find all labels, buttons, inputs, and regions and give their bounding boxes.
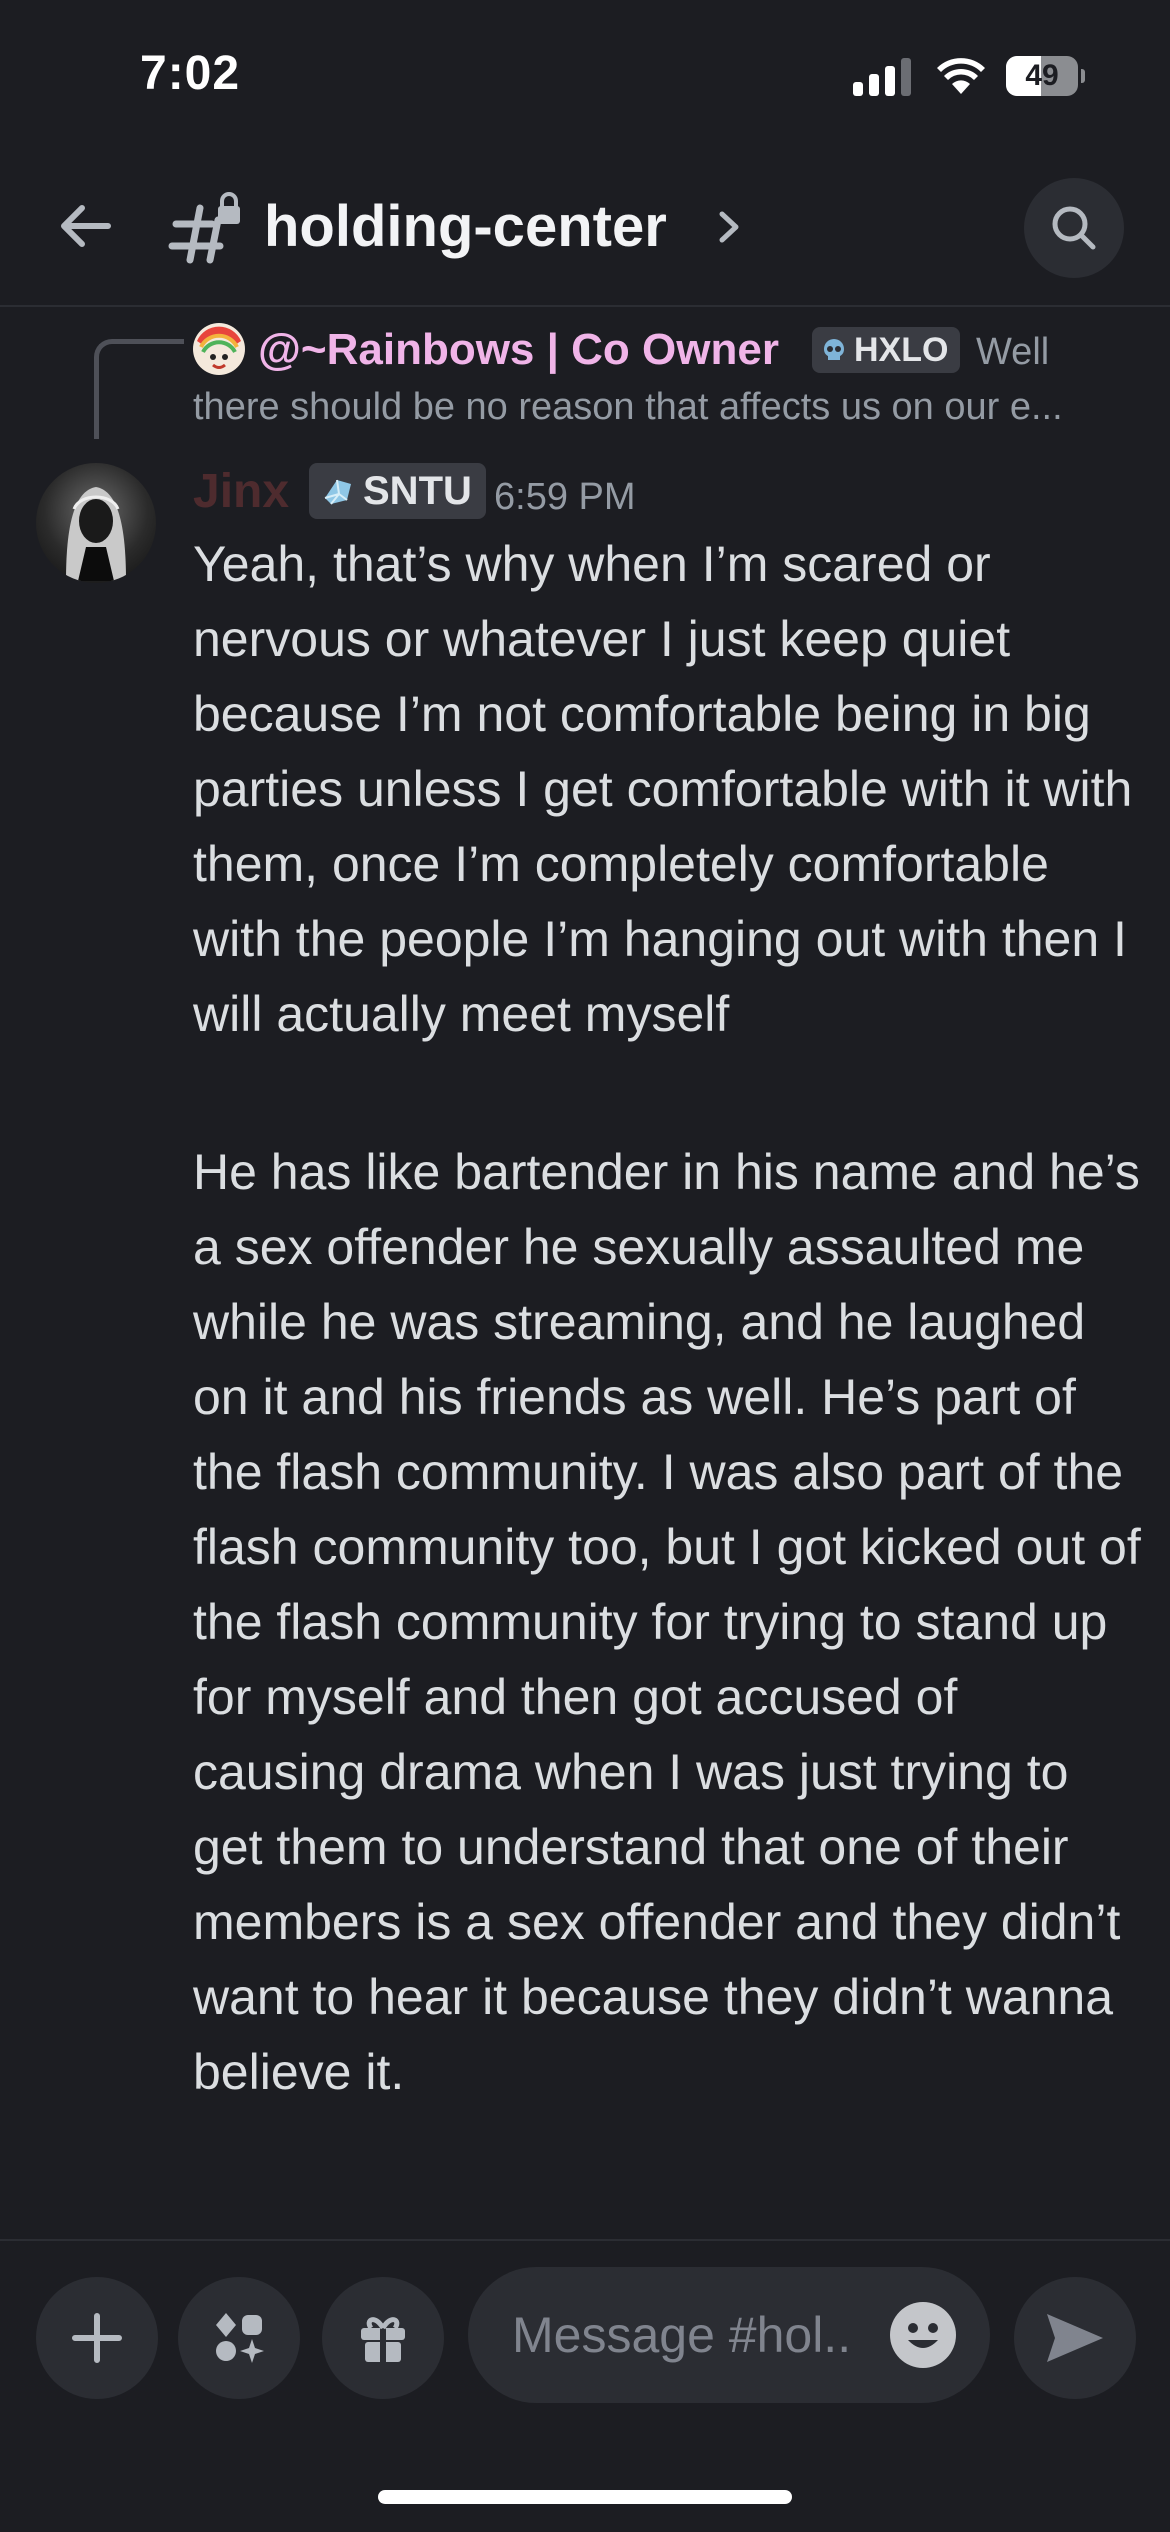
apps-button[interactable]: [178, 2277, 300, 2399]
author-name[interactable]: Jinx: [193, 459, 289, 525]
chevron-right-icon[interactable]: [714, 202, 744, 252]
author-avatar[interactable]: [36, 463, 156, 583]
gift-button[interactable]: [322, 2277, 444, 2399]
battery-percent: 49: [1025, 59, 1059, 92]
reply-preview-text[interactable]: there should be no reason that affects u…: [193, 381, 1133, 433]
author-server-tag[interactable]: SNTU: [309, 463, 486, 519]
crystal-icon: [324, 479, 351, 505]
message-composer: [0, 2241, 1170, 2532]
send-icon: [1047, 2314, 1103, 2362]
search-icon: [1052, 206, 1096, 250]
gift-icon: [361, 2317, 405, 2362]
message-list[interactable]: @~Rainbows | Co Owner HXLO Well there sh…: [0, 309, 1170, 2239]
reply-author-avatar[interactable]: [191, 321, 247, 377]
reply-tag-text: HXLO: [854, 330, 949, 369]
reply-author-name[interactable]: @~Rainbows | Co Owner: [258, 321, 779, 379]
message-input-container[interactable]: [468, 2267, 990, 2403]
author-avatar-image: [66, 487, 126, 581]
add-attachment-button[interactable]: [36, 2277, 158, 2399]
message-text[interactable]: Yeah, that’s why when I’m scared or nerv…: [193, 527, 1143, 1052]
message-timestamp: 6:59 PM: [494, 476, 636, 518]
status-time: 7:02: [140, 47, 241, 100]
discord-channel-screen: 7:02 49 holding-center @~Rainbows | Co O…: [0, 0, 1170, 2532]
reply-preview-start[interactable]: Well: [976, 323, 1049, 381]
reply-author-server-tag[interactable]: HXLO: [812, 327, 961, 373]
message-text[interactable]: He has like bartender in his name and he…: [193, 1135, 1143, 2110]
plus-icon: [72, 2313, 122, 2363]
send-button[interactable]: [1014, 2277, 1136, 2399]
channel-name[interactable]: holding-center: [264, 184, 667, 270]
wifi-icon: [937, 58, 985, 94]
skull-icon: [824, 339, 844, 360]
battery-icon: 49: [1006, 56, 1085, 96]
back-arrow-icon: [61, 205, 111, 247]
author-tag-text: SNTU: [363, 468, 472, 513]
back-button[interactable]: [44, 186, 124, 266]
apps-icon: [216, 2313, 264, 2363]
search-button[interactable]: [1024, 178, 1124, 278]
reply-connector-line: [94, 339, 184, 439]
home-indicator[interactable]: [378, 2490, 792, 2504]
channel-header: holding-center: [0, 150, 1170, 307]
status-bar: 7:02 49: [0, 0, 1170, 150]
emoji-icon[interactable]: [890, 2302, 956, 2368]
cellular-signal-icon: [853, 58, 913, 96]
locked-channel-hash-icon: [168, 192, 240, 264]
message-input[interactable]: [512, 2267, 902, 2403]
